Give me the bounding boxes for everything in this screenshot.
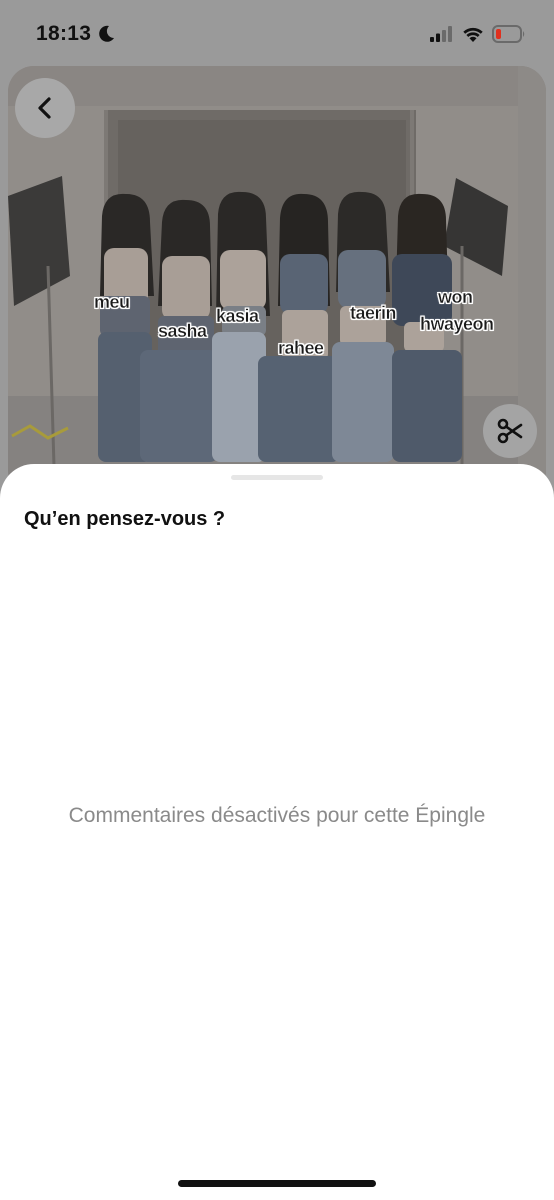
scissors-icon <box>497 418 523 444</box>
home-indicator[interactable] <box>178 1180 376 1187</box>
name-label-kasia: kasia <box>216 306 259 326</box>
battery-icon <box>492 25 525 43</box>
name-label-rahee: rahee <box>278 338 324 358</box>
signal-icon <box>430 26 452 42</box>
pin-image[interactable]: meu sasha kasia rahee taerin won hwayeon <box>8 66 546 496</box>
status-bar: 18:13 <box>0 0 554 66</box>
comments-sheet: Qu’en pensez-vous ? Commentaires désacti… <box>0 464 554 1200</box>
comments-disabled-message: Commentaires désactivés pour cette Éping… <box>68 804 486 827</box>
photo-scene <box>8 66 546 496</box>
back-button[interactable] <box>15 78 75 138</box>
name-label-won: won <box>438 287 473 307</box>
chevron-left-icon <box>38 97 51 119</box>
status-time: 18:13 <box>36 22 92 45</box>
name-label-taerin: taerin <box>350 303 397 323</box>
sheet-drag-handle[interactable] <box>231 475 323 480</box>
moon-icon <box>99 25 114 42</box>
crop-button[interactable] <box>483 404 537 458</box>
name-label-meu: meu <box>94 292 130 312</box>
wifi-icon <box>463 27 483 42</box>
comments-title: Qu’en pensez-vous ? <box>24 508 226 530</box>
screen: 18:13 meu sasha kasia rahee taerin won h… <box>0 0 554 1200</box>
name-label-hwayeon: hwayeon <box>420 314 494 334</box>
figure-5 <box>332 191 394 462</box>
name-label-sasha: sasha <box>158 321 207 341</box>
